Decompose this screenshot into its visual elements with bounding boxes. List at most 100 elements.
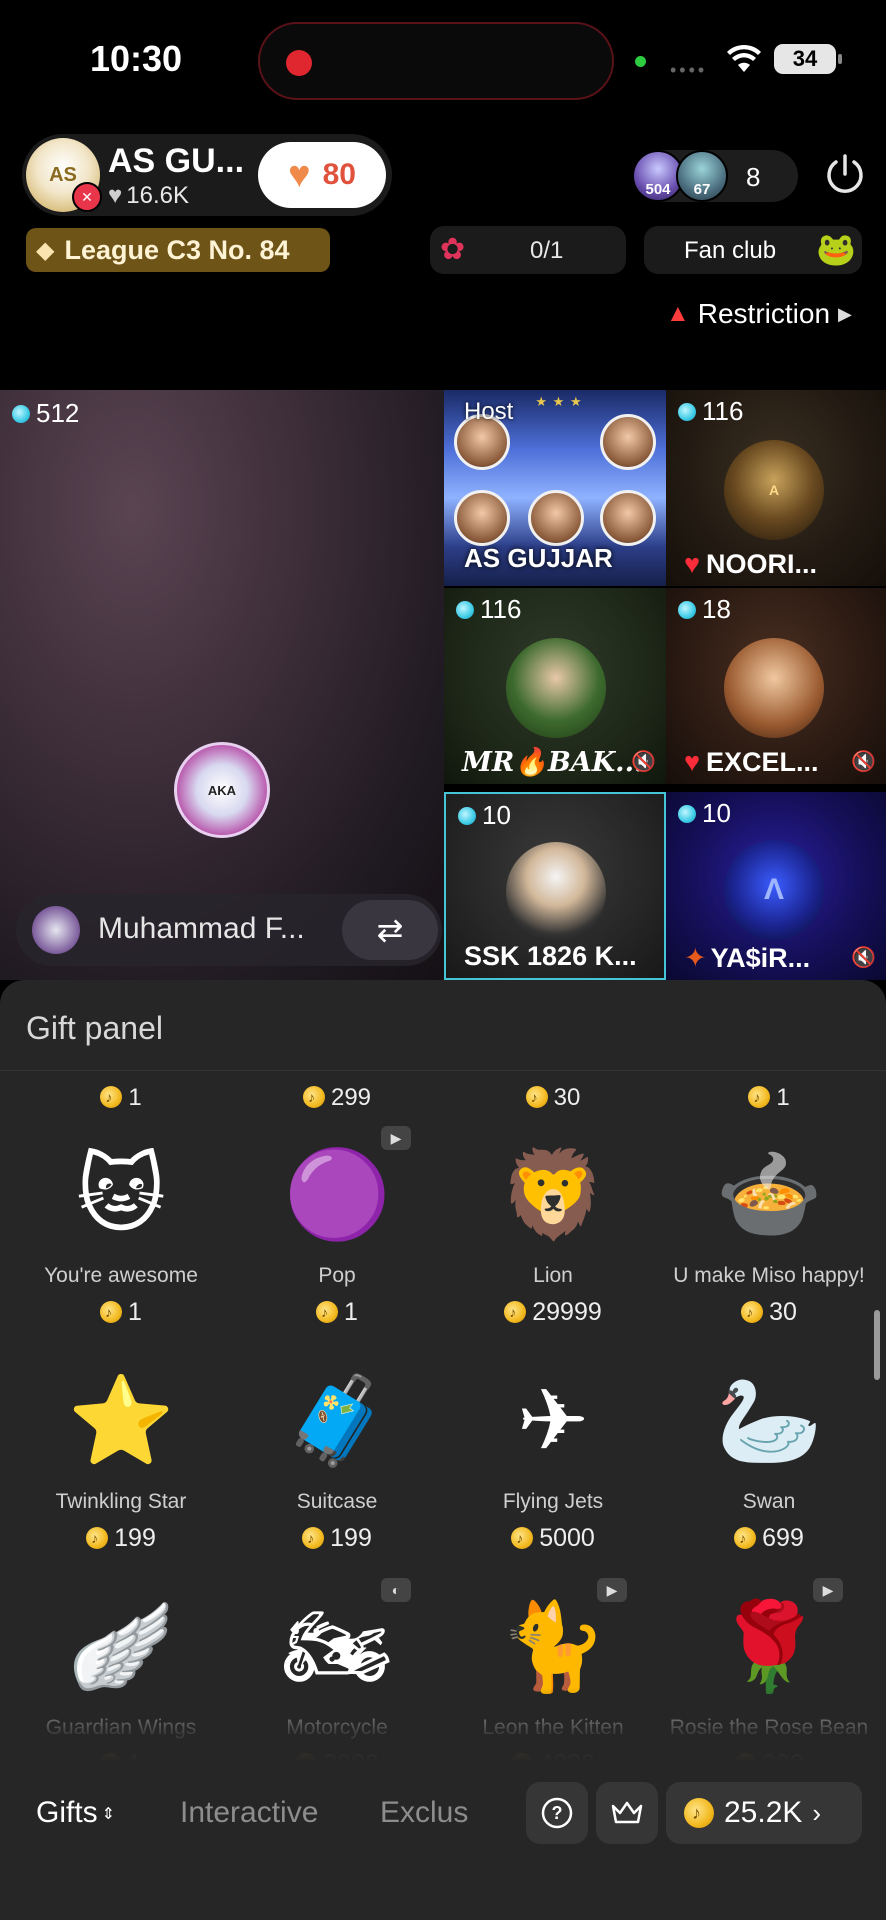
gift-price: 1 bbox=[13, 1084, 229, 1112]
heart-button[interactable]: ♥ 80 bbox=[258, 142, 386, 208]
tab-interactive[interactable]: Interactive bbox=[180, 1796, 318, 1830]
heart-icon: ♥ bbox=[108, 182, 123, 209]
host-name: AS GU... bbox=[108, 142, 245, 180]
viewer-avatar[interactable]: 67 bbox=[676, 150, 728, 202]
gift-item[interactable]: ✈ Flying Jets 5000 bbox=[445, 1366, 661, 1592]
gift-grid[interactable]: 1 299 30 1 🐱 You're awesome 1 ▶ 🟣 Pop 1 … bbox=[0, 1072, 886, 1762]
gift-price-value: 30 bbox=[553, 1084, 581, 1111]
viewer-list[interactable]: 504 67 8 bbox=[632, 150, 798, 202]
guest-name-row: ♥ NOORI... bbox=[684, 549, 817, 580]
gift-price-value: 199 bbox=[330, 1524, 372, 1552]
guest-name-pill[interactable]: Muhammad F... ⇄ bbox=[16, 894, 442, 966]
gift-price-value: 1 bbox=[128, 1298, 142, 1326]
coin-icon bbox=[511, 1527, 534, 1549]
gift-item[interactable]: 🍲 U make Miso happy! 30 bbox=[661, 1140, 877, 1366]
swap-button[interactable]: ⇄ bbox=[342, 900, 438, 960]
gift-name: U make Miso happy! bbox=[673, 1264, 865, 1287]
guest-score-value: 512 bbox=[36, 398, 80, 428]
restriction-link[interactable]: ▲ Restriction ▶ bbox=[666, 298, 852, 330]
guest-score-value: 116 bbox=[702, 396, 744, 426]
gift-item[interactable]: 🦁 Lion 29999 bbox=[445, 1140, 661, 1366]
poster-face bbox=[600, 490, 656, 546]
gem-icon bbox=[458, 806, 476, 825]
host-tile[interactable]: ★ ★ ★ Host AS GUJJAR bbox=[444, 390, 666, 586]
chevron-right-icon: ▶ bbox=[838, 303, 852, 324]
task-progress[interactable]: ✿ 0/1 bbox=[430, 226, 626, 274]
league-badge[interactable]: ◆ League C3 No. 84 bbox=[26, 228, 330, 272]
gift-price: 5000 bbox=[445, 1524, 661, 1553]
gift-item[interactable]: ▶ 🌹 Rosie the Rose Bean 399 bbox=[661, 1578, 877, 1762]
gift-price-value: 5000 bbox=[539, 1524, 595, 1552]
recording-dot-icon bbox=[286, 50, 312, 76]
guest-name-row: ✦ YA$iR... bbox=[684, 943, 810, 974]
host-profile-chip[interactable]: AS ✕ AS GU... ♥ 16.6K ♥ 80 bbox=[22, 134, 392, 216]
lion-icon: 🦁 bbox=[499, 1147, 607, 1243]
guest-tile[interactable]: 10 Λ ✦ YA$iR... 🔇 bbox=[666, 792, 886, 980]
pop-icon: 🟣 bbox=[283, 1147, 391, 1243]
guest-tile[interactable]: 116 A ♥ NOORI... bbox=[666, 390, 886, 586]
guest-tile[interactable]: 10 SSK 1826 K... bbox=[444, 792, 666, 980]
crown-button[interactable] bbox=[596, 1782, 658, 1844]
gift-item[interactable]: 🧳 Suitcase 199 bbox=[229, 1366, 445, 1592]
guest-avatar[interactable] bbox=[506, 842, 606, 942]
guest-name: Muhammad F... bbox=[98, 912, 305, 945]
guest-avatar[interactable]: Λ bbox=[724, 840, 824, 940]
coin-icon bbox=[100, 1086, 123, 1108]
gift-price-value: 1 bbox=[344, 1298, 358, 1326]
guest-score: 18 bbox=[678, 594, 731, 625]
rose-bean-icon: 🌹 bbox=[715, 1599, 823, 1695]
gift-price-value: 29999 bbox=[532, 1298, 602, 1326]
guest-tile[interactable]: 18 ♥ EXCEL... 🔇 bbox=[666, 588, 886, 784]
gift-name: You're awesome bbox=[44, 1264, 198, 1287]
guest-avatar[interactable]: A bbox=[724, 440, 824, 540]
task-progress-count: 0/1 bbox=[530, 237, 564, 264]
gem-icon bbox=[678, 600, 696, 619]
help-button[interactable]: ? bbox=[526, 1782, 588, 1844]
miso-icon: 🍲 bbox=[715, 1147, 823, 1243]
gift-item[interactable]: ▶ 🟣 Pop 1 bbox=[229, 1126, 445, 1366]
gift-price-value: 1 bbox=[128, 1750, 142, 1762]
gift-item[interactable]: ⭐ Twinkling Star 199 bbox=[13, 1366, 229, 1592]
gift-item[interactable]: 🪽 Guardian Wings 1 bbox=[13, 1592, 229, 1762]
gift-panel: Gift panel 1 299 30 1 🐱 You're awesome 1… bbox=[0, 980, 886, 1920]
guest-avatar[interactable] bbox=[724, 638, 824, 738]
tab-label: Interactive bbox=[180, 1796, 319, 1829]
main-guest-tile[interactable]: 512 AKA Muhammad F... ⇄ bbox=[0, 390, 444, 980]
gift-name: Pop bbox=[318, 1264, 356, 1287]
gift-item[interactable]: 🐱 You're awesome 1 bbox=[13, 1140, 229, 1366]
gift-price-value: 199 bbox=[114, 1524, 156, 1552]
cellular-signal-icon: •••• bbox=[670, 60, 708, 80]
gift-item[interactable]: ◐ 🏍 Motorcycle 2988 bbox=[229, 1578, 445, 1762]
guest-avatar[interactable] bbox=[506, 638, 606, 738]
guest-score: 10 bbox=[678, 798, 731, 829]
gift-price-value: 30 bbox=[769, 1298, 797, 1326]
power-icon[interactable] bbox=[822, 152, 868, 198]
maple-leaf-icon: ✦ bbox=[684, 943, 707, 973]
coin-icon bbox=[741, 1301, 764, 1323]
gift-item[interactable]: 🦢 Swan 699 bbox=[661, 1366, 877, 1592]
gift-price-value: 2988 bbox=[323, 1750, 379, 1762]
kitten-icon: 🐈 bbox=[499, 1599, 607, 1695]
help-icon: ? bbox=[541, 1797, 573, 1829]
guest-score-value: 10 bbox=[702, 798, 731, 828]
scrollbar[interactable] bbox=[874, 1310, 880, 1380]
heart-icon: ♥ bbox=[684, 549, 701, 579]
warning-icon: ▲ bbox=[666, 300, 690, 327]
guest-tile[interactable]: 116 MR🔥BAK... 🔇 bbox=[444, 588, 666, 784]
guest-score-value: 10 bbox=[482, 800, 511, 830]
guest-score: 10 bbox=[458, 800, 511, 831]
coin-icon bbox=[504, 1301, 527, 1323]
fan-club-button[interactable]: Fan club 🐸 bbox=[644, 226, 862, 274]
gift-price: 1 bbox=[229, 1298, 445, 1327]
gift-price-value: 1 bbox=[776, 1084, 790, 1111]
gift-price: 1 bbox=[13, 1298, 229, 1327]
guest-score: 512 bbox=[12, 398, 79, 429]
tab-gifts[interactable]: Gifts ⇕ bbox=[36, 1796, 115, 1830]
status-bar: 10:30 •••• 34 bbox=[0, 0, 886, 120]
league-label: League C3 No. 84 bbox=[64, 234, 290, 265]
gift-item[interactable]: ▶ 🐈 Leon the Kitten 4888 bbox=[445, 1578, 661, 1762]
coin-balance-button[interactable]: 25.2K › bbox=[666, 1782, 862, 1844]
gift-price: 699 bbox=[661, 1524, 877, 1553]
main-guest-avatar[interactable]: AKA bbox=[174, 742, 270, 838]
tab-exclusive[interactable]: Exclus bbox=[380, 1796, 468, 1830]
